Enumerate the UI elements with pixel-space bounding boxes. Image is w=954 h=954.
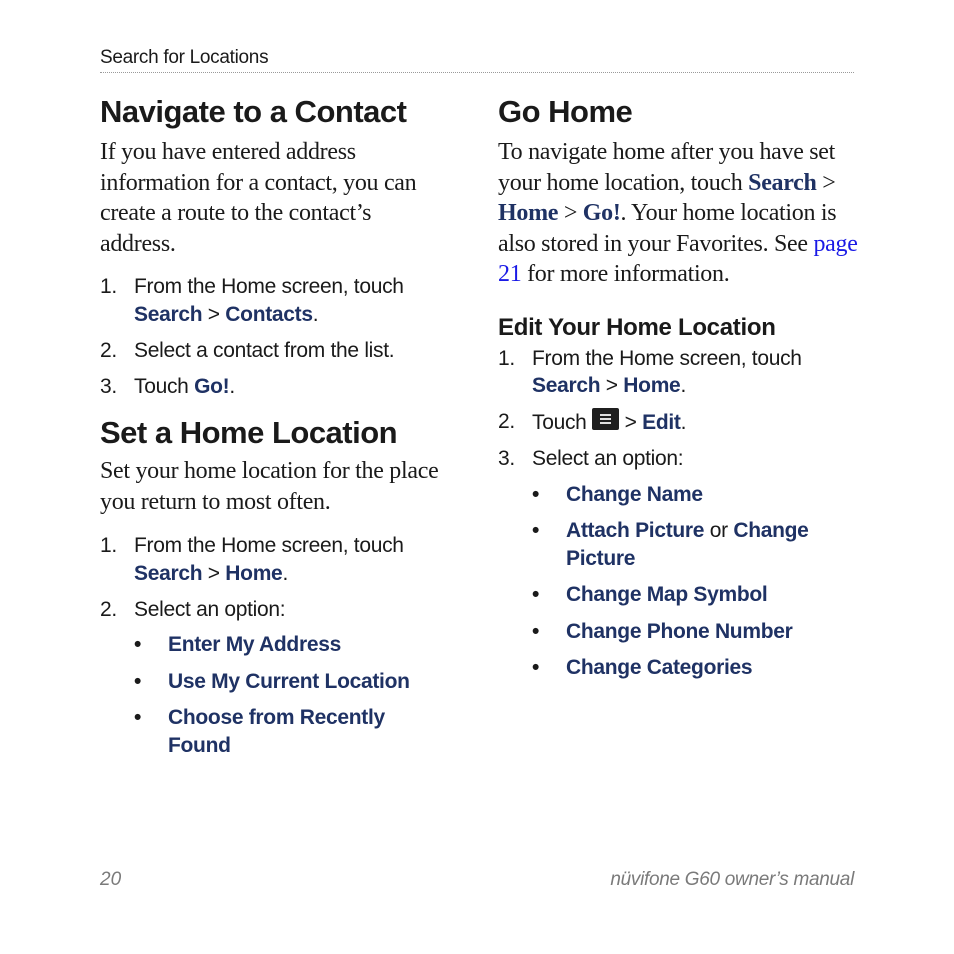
step-text: Select an option: [532, 447, 684, 470]
left-column: Navigate to a Contact If you have entere… [100, 92, 450, 768]
right-column: Go Home To navigate home after you have … [498, 92, 858, 691]
section-title-navigate-contact: Navigate to a Contact [100, 94, 407, 129]
contacts-keyword: Contacts [225, 302, 313, 326]
search-keyword: Search [134, 302, 203, 326]
separator: > [558, 200, 583, 226]
bullet-icon: • [532, 619, 540, 643]
option-label: Change Map Symbol [566, 583, 768, 606]
option-item: • Choose from Recently Found [134, 704, 450, 759]
section-title-go-home: Go Home [498, 94, 633, 129]
go-keyword: Go! [582, 200, 621, 226]
bullet-icon: • [532, 583, 540, 606]
bullet-icon: • [134, 633, 142, 656]
step-number: 3. [498, 447, 515, 470]
step-text: From the Home screen, touch [532, 346, 802, 370]
option-label: Attach Picture [566, 519, 705, 542]
go-keyword: Go! [194, 374, 230, 398]
option-label: Change Phone Number [566, 619, 793, 643]
option-item: • Change Map Symbol [532, 581, 858, 609]
connector: or [704, 519, 734, 542]
bullet-icon: • [532, 482, 540, 506]
punct: . [229, 374, 235, 398]
text: for more information. [521, 261, 730, 287]
step-item: 2. Select a contact from the list. [100, 337, 450, 365]
menu-icon [592, 408, 620, 430]
option-label: Enter My Address [168, 633, 341, 656]
step-number: 1. [100, 534, 117, 557]
option-item: • Change Name [532, 481, 858, 509]
step-text: Select a contact from the list. [134, 338, 395, 362]
step-text: Touch [134, 374, 195, 398]
step-text: From the Home screen, touch [134, 275, 404, 298]
option-item: • Attach Picture or Change Picture [532, 517, 858, 572]
option-label: Change Categories [566, 656, 753, 679]
edit-home-steps: 1. From the Home screen, touch Search > … [498, 345, 858, 682]
set-home-steps: 1. From the Home screen, touch Search > … [100, 532, 450, 759]
bullet-icon: • [134, 706, 142, 729]
edit-options-list: • Change Name • Attach Picture or Change P… [532, 481, 858, 682]
navigate-contact-steps: 1. From the Home screen, touch Search > … [100, 273, 450, 400]
step-item: 3. Touch Go!. [100, 373, 450, 401]
search-keyword: Search [134, 561, 203, 585]
punct: . [312, 302, 319, 326]
section-title-set-home: Set a Home Location [100, 415, 398, 450]
search-keyword: Search [748, 169, 817, 196]
go-home-section: Go Home To navigate home after you have … [498, 92, 858, 290]
step-text: Touch [532, 411, 593, 434]
step-item: 3. Select an option: • Change Name • Attac… [498, 445, 858, 682]
step-item: 1. From the Home screen, touch Search > … [498, 345, 858, 400]
punct: . [282, 561, 288, 585]
step-number: 2. [100, 597, 117, 621]
punct: . [680, 374, 686, 397]
step-number: 2. [498, 410, 515, 433]
option-item: • Change Categories [532, 654, 858, 682]
section-title-edit-home: Edit Your Home Location [498, 313, 776, 341]
separator: > [619, 411, 643, 434]
option-item: • Use My Current Location [134, 668, 450, 696]
step-item: 2. Touch > Edit. [498, 408, 858, 437]
separator: > [202, 302, 226, 326]
bullet-icon: • [532, 519, 540, 542]
punct: . [680, 411, 687, 434]
set-home-intro: Set your home location for the place you… [100, 458, 439, 515]
step-number: 1. [498, 346, 515, 370]
edit-keyword: Edit [642, 411, 681, 434]
step-text: Select an option: [134, 597, 286, 621]
navigate-to-contact-section: Navigate to a Contact If you have entere… [100, 92, 450, 400]
option-label: Change Name [566, 482, 703, 506]
home-keyword: Home [498, 200, 559, 226]
step-text: From the Home screen, touch [134, 534, 404, 557]
manual-title: nüvifone G60 owner’s manual [610, 869, 854, 890]
go-home-intro: To navigate home after you have set your… [498, 137, 858, 290]
step-item: 1. From the Home screen, touch Search > … [100, 532, 450, 587]
edit-home-location-section: Edit Your Home Location 1. From the Home… [498, 313, 858, 682]
home-keyword: Home [623, 374, 681, 397]
set-home-location-section: Set a Home Location Set your home locati… [100, 413, 450, 759]
step-number: 3. [100, 374, 117, 398]
step-number: 1. [100, 275, 117, 298]
step-item: 1. From the Home screen, touch Search > … [100, 273, 450, 328]
bullet-icon: • [532, 656, 540, 679]
navigate-contact-intro: If you have entered address information … [100, 139, 417, 257]
separator: > [600, 374, 624, 397]
option-item: • Change Phone Number [532, 618, 858, 646]
step-item: 2. Select an option: • Enter My Address •… [100, 596, 450, 760]
home-options-list: • Enter My Address • Use My Current Locati… [134, 631, 450, 759]
search-keyword: Search [532, 374, 601, 397]
option-item: • Enter My Address [134, 631, 450, 659]
separator: > [816, 169, 836, 196]
home-keyword: Home [225, 561, 283, 585]
running-header: Search for Locations [100, 47, 269, 68]
page-number: 20 [100, 869, 122, 890]
bullet-icon: • [134, 669, 142, 693]
step-number: 2. [100, 338, 117, 362]
option-label: Choose from Recently Found [168, 706, 385, 757]
separator: > [202, 561, 226, 585]
header-divider [100, 72, 854, 73]
option-label: Use My Current Location [168, 669, 410, 693]
